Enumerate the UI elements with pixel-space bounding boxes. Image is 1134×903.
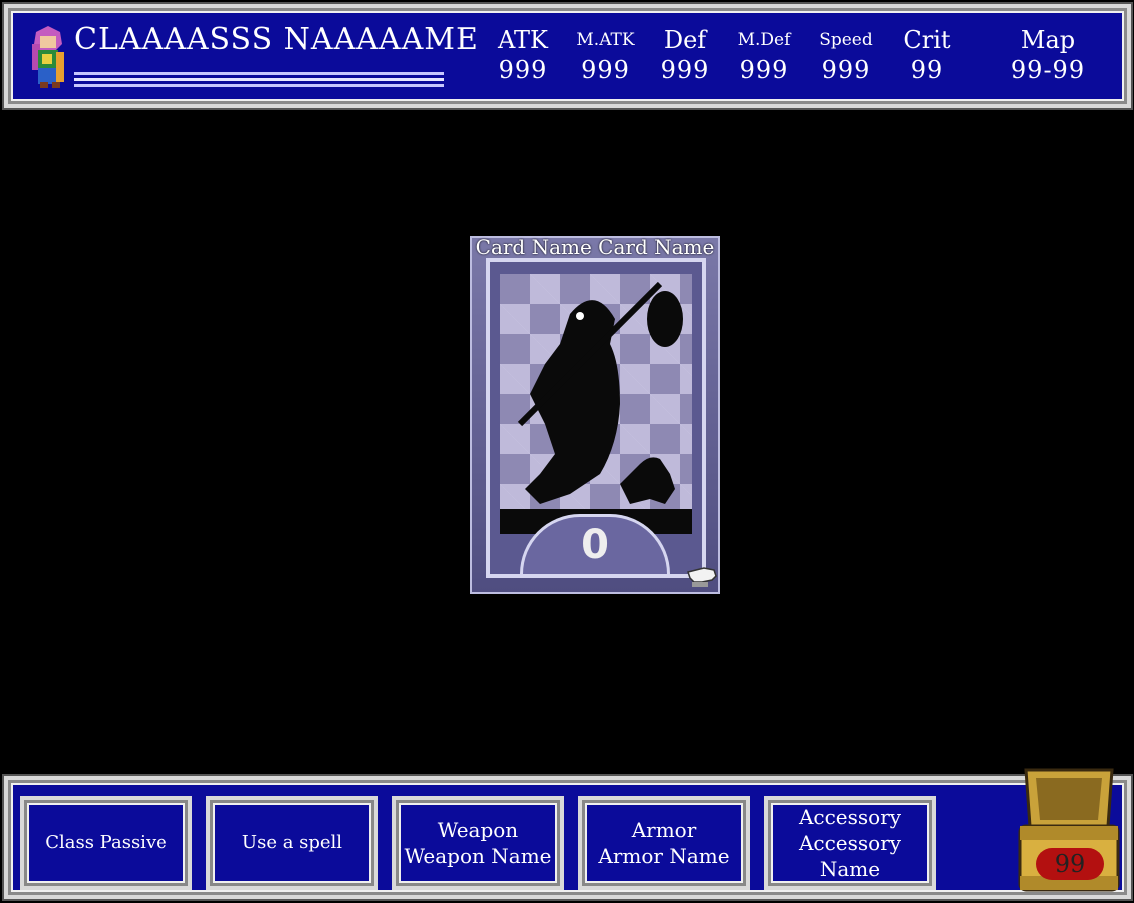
stat-def: Def 999	[650, 26, 720, 86]
chest-count: 99	[1036, 848, 1104, 880]
class-name: CLAAAASSS NAAAAAME	[74, 22, 479, 57]
stat-value: 999	[498, 56, 548, 84]
stat-speed: Speed 999	[808, 26, 884, 86]
stat-label: Map	[1020, 26, 1076, 54]
card-frame: 0	[470, 236, 720, 594]
stat-crit: Crit 99	[892, 26, 962, 86]
status-bar: CLAAAASSS NAAAAAME ATK 999 M.ATK 999 Def…	[4, 4, 1131, 108]
stat-atk: ATK 999	[488, 26, 558, 86]
stat-map: Map 99-99	[998, 26, 1098, 86]
stat-label: Crit	[903, 26, 951, 54]
stat-label: Speed	[819, 30, 873, 50]
accessory-slot-label: Accessory	[798, 805, 902, 829]
stat-value: 999	[581, 56, 630, 84]
use-spell-button[interactable]: Use a spell	[206, 796, 378, 890]
accessory-button[interactable]: Accessory Accessory Name	[764, 796, 936, 890]
card-inner: 0	[486, 258, 706, 578]
stat-value: 99-99	[1010, 56, 1086, 84]
class-passive-label: Class Passive	[45, 832, 167, 853]
stat-label: M.Def	[737, 30, 791, 50]
stat-value: 999	[821, 56, 871, 84]
card-name: Card Name Card Name	[475, 235, 715, 259]
weapon-slot-label: Weapon	[437, 818, 519, 842]
action-bar: Class Passive Use a spell Weapon Weapon …	[4, 776, 1131, 899]
pointer-glove-icon	[687, 567, 717, 587]
name-underline	[74, 72, 444, 90]
stat-mdef: M.Def 999	[728, 26, 800, 86]
stat-label: ATK	[498, 26, 548, 54]
stat-label: Def	[663, 26, 707, 54]
card-number: 0	[581, 522, 609, 568]
accessory-name: Accessory Name	[798, 831, 902, 881]
stat-value: 999	[660, 56, 710, 84]
stat-matk: M.ATK 999	[568, 26, 643, 86]
armor-slot-label: Armor	[631, 818, 697, 842]
class-passive-button[interactable]: Class Passive	[20, 796, 192, 890]
character-portrait-icon	[26, 24, 70, 90]
armor-button[interactable]: Armor Armor Name	[578, 796, 750, 890]
stat-label: M.ATK	[576, 30, 635, 50]
stat-value: 999	[739, 56, 789, 84]
armor-name: Armor Name	[598, 844, 730, 868]
stat-value: 99	[910, 56, 944, 84]
weapon-name: Weapon Name	[404, 844, 552, 868]
tarot-card[interactable]: 0 Card Name Card Name	[470, 236, 720, 594]
weapon-button[interactable]: Weapon Weapon Name	[392, 796, 564, 890]
use-spell-label: Use a spell	[241, 832, 343, 853]
fool-silhouette-icon	[500, 274, 692, 534]
